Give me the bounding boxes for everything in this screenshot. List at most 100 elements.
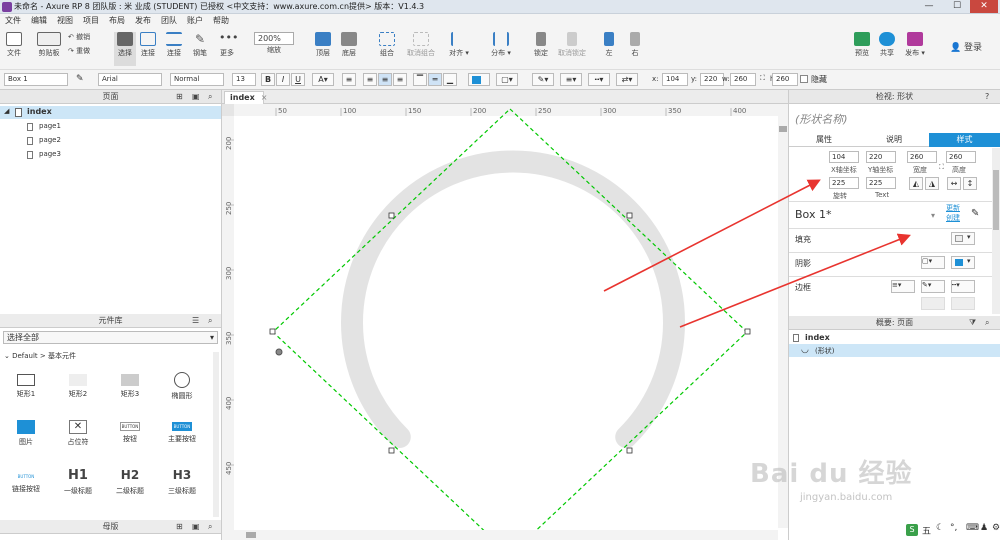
shape-name-field[interactable]: (形状名称) <box>795 111 848 127</box>
widget-button[interactable]: BUTTON 按钮 <box>110 422 150 444</box>
zoom-control[interactable]: 200% 缩放 <box>254 32 294 55</box>
fill-color-picker[interactable]: ▾ <box>951 232 975 245</box>
font-weight-select[interactable]: Normal <box>170 73 224 86</box>
border-width-picker[interactable]: ≡▾ <box>891 280 915 293</box>
align-left-button[interactable]: ≡ <box>363 73 377 86</box>
outline-root[interactable]: index <box>793 333 830 342</box>
send-to-bottom-button[interactable]: 底层 <box>338 32 360 58</box>
select-button[interactable]: 选择 <box>114 32 136 66</box>
tab-properties[interactable]: 属性 <box>789 133 859 147</box>
tab-style[interactable]: 样式 <box>929 133 1000 147</box>
outer-shadow-picker[interactable]: ▢▾ <box>921 256 945 269</box>
resize-handle[interactable] <box>269 328 276 335</box>
add-folder-icon[interactable]: ▣ <box>192 90 200 104</box>
left-button[interactable]: 左 <box>600 32 618 58</box>
border-color-picker[interactable]: ✎▾ <box>921 280 945 293</box>
widget-h1[interactable]: H1 一级标题 <box>58 468 98 496</box>
resize-handle[interactable] <box>626 212 633 219</box>
border-style-picker[interactable]: ┅▾ <box>951 280 975 293</box>
right-button[interactable]: 右 <box>626 32 644 58</box>
fit-width-button[interactable]: ↔ <box>947 177 961 190</box>
file-button[interactable]: 文件 <box>4 32 24 58</box>
widget-name-field[interactable]: Box 1 <box>4 73 68 86</box>
widget-primary-button[interactable]: BUTTON 主要按钮 <box>162 422 202 444</box>
clipboard-button[interactable]: 剪贴板 <box>34 32 64 58</box>
tab-notes[interactable]: 说明 <box>859 133 929 147</box>
horizontal-scrollbar[interactable] <box>234 530 778 540</box>
inspector-w-field[interactable]: 260 <box>907 151 937 163</box>
undo-button[interactable]: ↶ 撤销 <box>68 32 98 42</box>
redo-button[interactable]: ↷ 重做 <box>68 46 98 56</box>
create-style-link[interactable]: 创建 <box>946 213 960 223</box>
login-button[interactable]: 👤 登录 <box>946 40 986 53</box>
text-rotation-field[interactable]: 225 <box>866 177 896 189</box>
font-size-select[interactable]: 13 <box>232 73 256 86</box>
inspector-y-field[interactable]: 220 <box>866 151 896 163</box>
widget-h2[interactable]: H2 二级标题 <box>110 468 150 496</box>
font-family-select[interactable]: Arial <box>98 73 162 86</box>
unlock-button[interactable]: 取消锁定 <box>556 32 588 58</box>
style-dropdown-icon[interactable]: ▾ <box>931 211 935 220</box>
resize-handle[interactable] <box>626 447 633 454</box>
share-button[interactable]: 共享 <box>877 32 897 58</box>
update-style-link[interactable]: 更新 <box>946 203 960 213</box>
user-icon[interactable]: ♟ <box>980 523 988 533</box>
widget-ellipse[interactable]: 椭圆形 <box>162 372 202 401</box>
canvas-svg[interactable]: 50 100 150 200 250 300 350 400 200 250 300 350 400 4… <box>222 104 788 540</box>
add-folder-icon[interactable]: ▣ <box>192 520 200 534</box>
line-width-button[interactable]: ≡▾ <box>560 73 582 86</box>
preview-button[interactable]: 预览 <box>852 32 872 58</box>
italic-button[interactable]: I <box>276 73 290 86</box>
group-button[interactable]: 组合 <box>376 32 398 58</box>
lock-ratio-icon[interactable]: ⛶ <box>939 163 944 172</box>
moon-icon[interactable]: ☾ <box>936 523 944 533</box>
menu-view[interactable]: 视图 <box>52 14 78 28</box>
connector-button[interactable]: 连接 <box>164 32 184 58</box>
line-color-button[interactable]: ✎▾ <box>532 73 554 86</box>
add-master-icon[interactable]: ⊞ <box>176 520 183 534</box>
align-top-button[interactable]: ▔ <box>413 73 427 86</box>
fill-color-button[interactable] <box>468 73 490 86</box>
keyboard-icon[interactable]: ⌨ <box>966 523 979 533</box>
help-icon[interactable]: ? <box>985 90 989 104</box>
publish-button[interactable]: 发布 ▾ <box>903 32 927 58</box>
punctuation-icon[interactable]: °, <box>950 523 957 533</box>
page-item-index[interactable]: ◢ index <box>0 106 221 119</box>
bold-button[interactable]: B <box>261 73 275 86</box>
flip-vertical-button[interactable]: ◮ <box>925 177 939 190</box>
align-right-button[interactable]: ≡ <box>393 73 407 86</box>
x-field[interactable]: 104 <box>662 73 688 86</box>
page-item-page2[interactable]: page2 <box>27 136 61 145</box>
style-edit-icon[interactable]: ✎ <box>971 208 979 219</box>
widget-box3[interactable]: 矩形3 <box>110 374 150 399</box>
rotation-field[interactable]: 225 <box>829 177 859 189</box>
minimize-button[interactable]: — <box>915 0 943 13</box>
outline-item-shape[interactable]: ◡ (形状) <box>789 344 1000 357</box>
align-bottom-button[interactable]: ▁ <box>443 73 457 86</box>
search-icon[interactable]: ⌕ <box>208 520 212 534</box>
close-tab-icon[interactable]: × <box>261 93 268 102</box>
connect-button[interactable]: 连接 <box>138 32 158 58</box>
inspector-x-field[interactable]: 104 <box>829 151 859 163</box>
inspector-h-field[interactable]: 260 <box>946 151 976 163</box>
page-item-page1[interactable]: page1 <box>27 122 61 131</box>
zoom-select[interactable]: 200% <box>254 32 294 45</box>
lock-ratio-icon[interactable]: ⛶ <box>760 74 765 83</box>
menu-help[interactable]: 帮助 <box>208 14 234 28</box>
widget-box1[interactable]: 矩形1 <box>6 374 46 399</box>
rotation-handle[interactable] <box>275 348 283 356</box>
arrow-style-button[interactable]: ⇄▾ <box>616 73 638 86</box>
widget-box2[interactable]: 矩形2 <box>58 374 98 399</box>
distribute-button[interactable]: 分布 ▾ <box>488 32 514 58</box>
menu-team[interactable]: 团队 <box>156 14 182 28</box>
arrow-end-picker[interactable] <box>951 297 975 310</box>
search-icon[interactable]: ⌕ <box>985 316 989 330</box>
page-item-page3[interactable]: page3 <box>27 150 61 159</box>
menu-edit[interactable]: 编辑 <box>26 14 52 28</box>
align-middle-button[interactable]: ═ <box>428 73 442 86</box>
ime-logo-icon[interactable]: S <box>906 524 918 536</box>
align-button[interactable]: 对齐 ▾ <box>448 32 470 58</box>
tab-index[interactable]: index × <box>224 91 267 104</box>
resize-handle[interactable] <box>744 328 751 335</box>
widget-h3[interactable]: H3 三级标题 <box>162 468 202 496</box>
